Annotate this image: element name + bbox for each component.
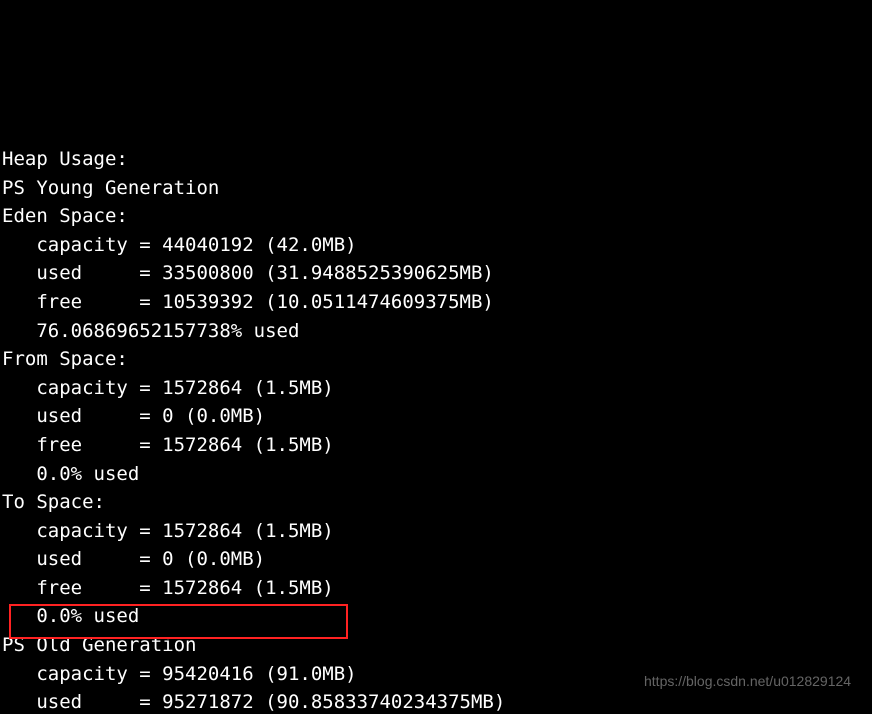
to-capacity: capacity = 1572864 (1.5MB) bbox=[2, 520, 334, 542]
old-capacity: capacity = 95420416 (91.0MB) bbox=[2, 663, 357, 685]
old-used: used = 95271872 (90.85833740234375MB) bbox=[2, 691, 505, 713]
old-title: PS Old Generation bbox=[2, 634, 196, 656]
from-title: From Space: bbox=[2, 348, 128, 370]
eden-title: Eden Space: bbox=[2, 205, 128, 227]
from-pct: 0.0% used bbox=[2, 463, 139, 485]
from-used: used = 0 (0.0MB) bbox=[2, 405, 265, 427]
young-gen-header: PS Young Generation bbox=[2, 177, 219, 199]
from-capacity: capacity = 1572864 (1.5MB) bbox=[2, 377, 334, 399]
terminal-output: Heap Usage: PS Young Generation Eden Spa… bbox=[0, 114, 872, 714]
watermark-text: https://blog.csdn.net/u012829124 bbox=[644, 674, 851, 688]
to-title: To Space: bbox=[2, 491, 105, 513]
to-pct: 0.0% used bbox=[2, 605, 139, 627]
heap-usage-header: Heap Usage: bbox=[2, 148, 128, 170]
eden-used: used = 33500800 (31.9488525390625MB) bbox=[2, 262, 494, 284]
from-free: free = 1572864 (1.5MB) bbox=[2, 434, 334, 456]
eden-capacity: capacity = 44040192 (42.0MB) bbox=[2, 234, 357, 256]
eden-free: free = 10539392 (10.0511474609375MB) bbox=[2, 291, 494, 313]
eden-pct: 76.06869652157738% used bbox=[2, 320, 299, 342]
to-used: used = 0 (0.0MB) bbox=[2, 548, 265, 570]
to-free: free = 1572864 (1.5MB) bbox=[2, 577, 334, 599]
